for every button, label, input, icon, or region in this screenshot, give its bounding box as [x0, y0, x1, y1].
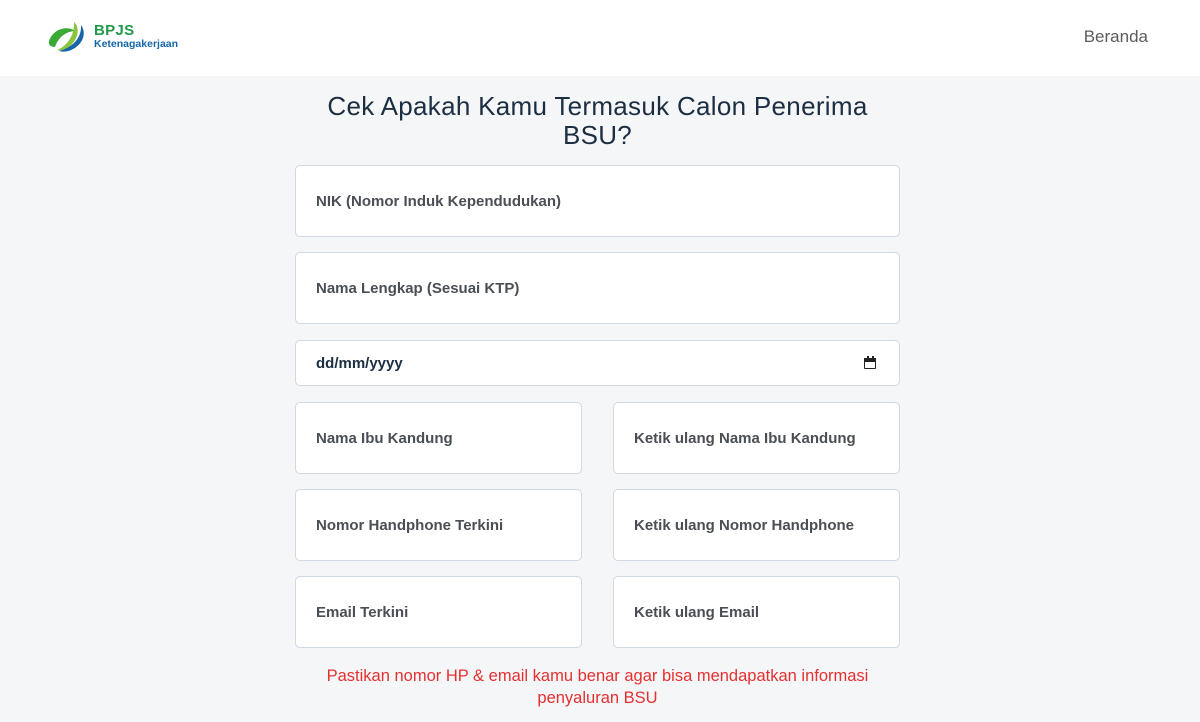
mother-name-input[interactable] [316, 403, 581, 473]
logo-wordmark: BPJS Ketenagakerjaan [94, 23, 178, 50]
email-field[interactable] [295, 576, 582, 648]
calendar-icon[interactable] [863, 356, 877, 370]
phone-confirm-input[interactable] [634, 490, 899, 560]
mother-name-field[interactable] [295, 402, 582, 474]
birth-date-field[interactable]: dd/mm/yyyy [295, 340, 900, 386]
bpjs-logo[interactable]: BPJS Ketenagakerjaan [47, 19, 178, 53]
nav-link-beranda[interactable]: Beranda [1084, 27, 1148, 47]
email-input[interactable] [316, 577, 581, 647]
email-confirm-field[interactable] [613, 576, 900, 648]
page-title: Cek Apakah Kamu Termasuk Calon Penerima … [327, 91, 868, 150]
nik-field[interactable] [295, 165, 900, 237]
mother-name-confirm-input[interactable] [634, 403, 899, 473]
phone-field[interactable] [295, 489, 582, 561]
bpjs-logo-icon [48, 22, 84, 52]
phone-confirm-field[interactable] [613, 489, 900, 561]
mother-name-confirm-field[interactable] [613, 402, 900, 474]
full-name-input[interactable] [316, 253, 899, 323]
top-navbar: BPJS Ketenagakerjaan Beranda [0, 0, 1200, 76]
phone-input[interactable] [316, 490, 581, 560]
logo-brand-text: BPJS [94, 21, 135, 39]
logo-sub-text: Ketenagakerjaan [94, 37, 179, 50]
nik-input[interactable] [316, 166, 899, 236]
contact-notice: Pastikan nomor HP & email kamu benar aga… [326, 667, 869, 707]
email-confirm-input[interactable] [634, 577, 899, 647]
birth-date-value: dd/mm/yyyy [316, 354, 403, 372]
full-name-field[interactable] [295, 252, 900, 324]
